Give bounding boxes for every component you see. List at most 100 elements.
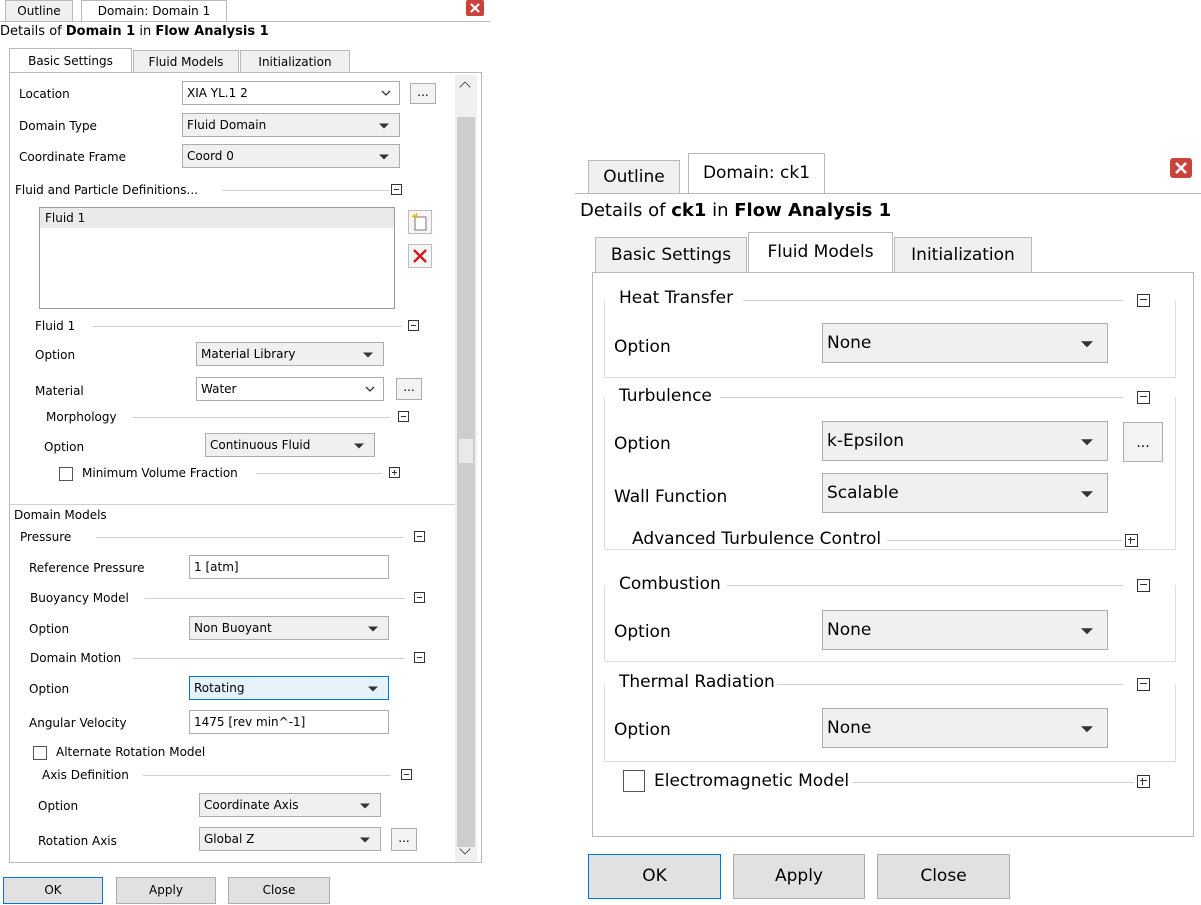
tab-domain[interactable]: Domain: Domain 1 xyxy=(81,0,227,22)
motion-option-value: Rotating xyxy=(194,681,245,695)
alt-rotation-checkbox[interactable] xyxy=(33,746,47,760)
min-vol-divider xyxy=(256,473,382,474)
rot-axis-browse-button[interactable]: ... xyxy=(391,828,417,851)
pressure-divider xyxy=(96,537,404,538)
buoy-option-combo[interactable]: Non Buoyant xyxy=(189,616,389,640)
ref-pressure-label: Reference Pressure xyxy=(29,561,145,575)
rot-axis-combo[interactable]: Global Z xyxy=(199,827,381,851)
fluid-option-combo[interactable]: Material Library xyxy=(196,342,384,366)
morphology-divider xyxy=(132,417,390,418)
heat-option-label: Option xyxy=(614,337,671,357)
comb-option-combo[interactable]: None xyxy=(822,610,1108,650)
left-panel: Outline Domain: Domain 1 Details of Doma… xyxy=(0,0,490,905)
turb-option-label: Option xyxy=(614,434,671,454)
scrollbar-thumb[interactable] xyxy=(457,117,475,847)
apply-button[interactable]: Apply xyxy=(733,854,865,899)
em-label: Electromagnetic Model xyxy=(654,771,850,791)
turb-title: Turbulence xyxy=(619,386,712,406)
expand-icon[interactable] xyxy=(389,467,400,478)
therm-title: Thermal Radiation xyxy=(619,672,775,692)
tab-basic-settings[interactable]: Basic Settings xyxy=(595,237,747,273)
details-prefix: Details of xyxy=(0,24,66,39)
tab-domain[interactable]: Domain: ck1 xyxy=(688,153,825,194)
details-in: in xyxy=(706,200,735,221)
heat-option-combo[interactable]: None xyxy=(822,323,1108,363)
delete-icon[interactable] xyxy=(408,244,432,268)
fluid-option-value: Material Library xyxy=(201,347,296,361)
collapse-icon[interactable] xyxy=(414,531,425,542)
location-label: Location xyxy=(19,87,70,101)
tab-initialization[interactable]: Initialization xyxy=(240,50,350,73)
scroll-up-icon[interactable] xyxy=(459,81,471,93)
therm-option-combo[interactable]: None xyxy=(822,708,1108,748)
tab-fluid-models[interactable]: Fluid Models xyxy=(133,50,239,73)
axis-option-combo[interactable]: Coordinate Axis xyxy=(199,793,381,817)
tab-fluid-models[interactable]: Fluid Models xyxy=(748,232,893,273)
domain-type-combo[interactable]: Fluid Domain xyxy=(182,113,400,137)
chevron-down-icon xyxy=(381,86,391,100)
material-combo[interactable]: Water xyxy=(196,377,384,401)
turb-browse-button[interactable]: ... xyxy=(1123,422,1163,462)
tab-outline[interactable]: Outline xyxy=(5,0,73,22)
close-icon[interactable] xyxy=(1170,158,1192,178)
new-item-icon[interactable] xyxy=(408,210,432,234)
heat-title: Heat Transfer xyxy=(619,288,734,308)
tab-initialization[interactable]: Initialization xyxy=(894,237,1032,273)
morph-option-value: Continuous Fluid xyxy=(210,438,311,452)
collapse-icon[interactable] xyxy=(408,320,419,331)
collapse-icon[interactable] xyxy=(1137,294,1150,307)
close-button[interactable]: Close xyxy=(228,877,330,904)
expand-icon[interactable] xyxy=(1125,534,1138,547)
details-object: Domain 1 xyxy=(65,24,136,39)
scrollbar[interactable] xyxy=(455,75,477,862)
collapse-icon[interactable] xyxy=(391,184,402,195)
fluid-list[interactable]: Fluid 1 xyxy=(39,207,395,309)
close-icon[interactable] xyxy=(466,0,484,16)
fluid-defs-divider xyxy=(222,190,390,191)
collapse-icon[interactable] xyxy=(1137,579,1150,592)
wall-function-combo[interactable]: Scalable xyxy=(822,473,1108,513)
min-vol-checkbox[interactable] xyxy=(59,467,73,481)
turb-option-combo[interactable]: k-Epsilon xyxy=(822,421,1108,461)
ang-vel-field[interactable]: 1475 [rev min^-1] xyxy=(189,710,389,734)
morph-option-combo[interactable]: Continuous Fluid xyxy=(205,433,375,457)
em-divider xyxy=(852,782,1134,783)
ref-pressure-field[interactable]: 1 [atm] xyxy=(189,555,389,579)
ok-button[interactable]: OK xyxy=(3,877,103,904)
motion-divider xyxy=(133,658,405,659)
details-object: ck1 xyxy=(671,200,707,221)
close-button[interactable]: Close xyxy=(877,854,1010,899)
coord-frame-combo[interactable]: Coord 0 xyxy=(182,144,400,168)
collapse-icon[interactable] xyxy=(414,592,425,603)
collapse-icon[interactable] xyxy=(398,411,409,422)
rot-axis-value: Global Z xyxy=(204,832,255,846)
location-combo[interactable]: XIA YL.1 2 xyxy=(182,81,400,105)
buoy-option-value: Non Buoyant xyxy=(194,621,272,635)
apply-button[interactable]: Apply xyxy=(116,877,216,904)
right-panel: Outline Domain: ck1 Details of ck1 in Fl… xyxy=(575,150,1201,899)
tab-strip-line xyxy=(0,21,490,22)
location-browse-button[interactable]: ... xyxy=(410,83,436,104)
fluid-defs-title: Fluid and Particle Definitions... xyxy=(15,183,198,197)
turb-option-value: k-Epsilon xyxy=(827,431,904,451)
collapse-icon[interactable] xyxy=(401,769,412,780)
turb-divider xyxy=(720,397,1123,398)
em-checkbox[interactable] xyxy=(623,770,645,792)
collapse-icon[interactable] xyxy=(1137,391,1150,404)
buoyancy-divider xyxy=(145,598,405,599)
scrollbar-grip xyxy=(459,439,473,463)
tab-basic-settings[interactable]: Basic Settings xyxy=(9,48,132,73)
expand-icon[interactable] xyxy=(1137,775,1150,788)
material-browse-button[interactable]: ... xyxy=(396,378,422,400)
collapse-icon[interactable] xyxy=(1137,678,1150,691)
dropdown-arrow-icon xyxy=(368,686,378,692)
buoyancy-title: Buoyancy Model xyxy=(30,591,129,605)
motion-option-combo[interactable]: Rotating xyxy=(189,676,389,700)
dropdown-arrow-icon xyxy=(1081,491,1093,498)
ok-button[interactable]: OK xyxy=(588,854,721,899)
domain-models-title: Domain Models xyxy=(14,508,107,522)
collapse-icon[interactable] xyxy=(414,652,425,663)
tab-outline[interactable]: Outline xyxy=(588,160,680,194)
domain-type-value: Fluid Domain xyxy=(187,118,267,132)
fluid-list-item[interactable]: Fluid 1 xyxy=(40,208,394,228)
